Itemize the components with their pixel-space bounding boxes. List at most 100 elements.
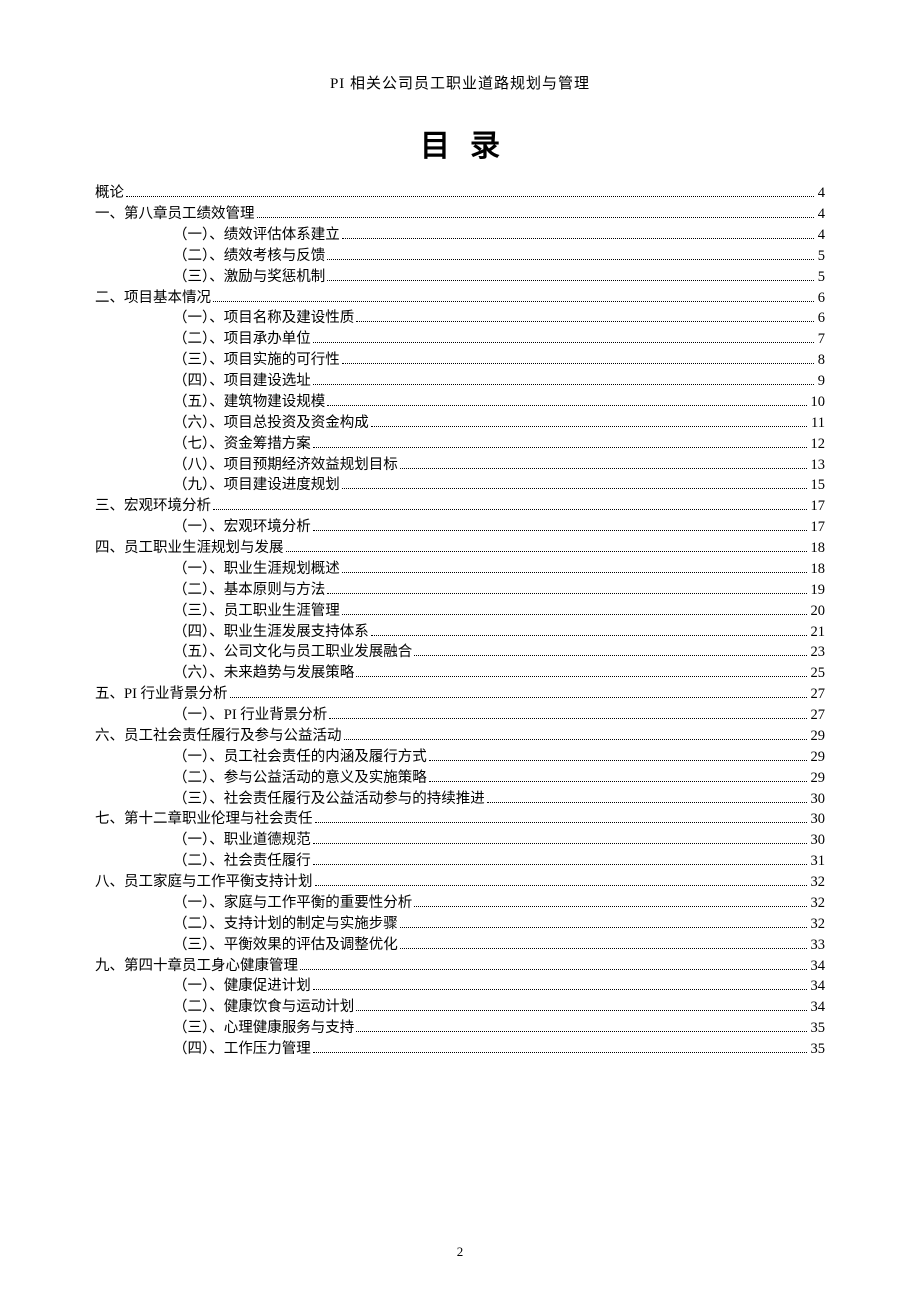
toc-leader-dots bbox=[356, 1002, 806, 1012]
toc-leader-dots bbox=[213, 501, 807, 511]
toc-entry-page: 18 bbox=[811, 541, 826, 556]
toc-entry[interactable]: （四）、项目建设选址9 bbox=[95, 371, 825, 392]
toc-entry-label: （八）、项目预期经济效益规划目标 bbox=[173, 458, 398, 473]
toc-leader-dots bbox=[257, 208, 814, 218]
toc-leader-dots bbox=[327, 271, 814, 281]
toc-entry-page: 17 bbox=[811, 499, 826, 514]
toc-entry[interactable]: （六）、项目总投资及资金构成11 bbox=[95, 413, 825, 434]
toc-entry[interactable]: （一）、职业道德规范 30 bbox=[95, 830, 825, 851]
toc-entry[interactable]: （二）、社会责任履行 31 bbox=[95, 851, 825, 872]
toc-entry[interactable]: （一）、员工社会责任的内涵及履行方式29 bbox=[95, 747, 825, 768]
toc-entry[interactable]: 二、项目基本情况6 bbox=[95, 287, 825, 308]
toc-entry[interactable]: （二）、基本原则与方法19 bbox=[95, 580, 825, 601]
toc-entry-label: （二）、基本原则与方法 bbox=[173, 583, 325, 598]
toc-entry[interactable]: 九、第四十章员工身心健康管理34 bbox=[95, 955, 825, 976]
toc-entry[interactable]: （三）、社会责任履行及公益活动参与的持续推进30 bbox=[95, 788, 825, 809]
toc-entry-label: （四）、工作压力管理 bbox=[173, 1042, 311, 1057]
toc-entry[interactable]: （二）、健康饮食与运动计划34 bbox=[95, 997, 825, 1018]
toc-entry[interactable]: （一）、家庭与工作平衡的重要性分析32 bbox=[95, 893, 825, 914]
toc-entry[interactable]: （一）、项目名称及建设性质6 bbox=[95, 308, 825, 329]
toc-entry[interactable]: （三）、平衡效果的评估及调整优化33 bbox=[95, 935, 825, 956]
toc-leader-dots bbox=[313, 334, 814, 344]
toc-entry-page: 25 bbox=[811, 666, 826, 681]
toc-entry[interactable]: （三）、激励与奖惩机制5 bbox=[95, 267, 825, 288]
toc-leader-dots bbox=[342, 229, 814, 239]
toc-entry-label: 七、第十二章职业伦理与社会责任 bbox=[95, 812, 313, 827]
toc-entry[interactable]: （五）、公司文化与员工职业发展融合23 bbox=[95, 642, 825, 663]
toc-entry-page: 31 bbox=[811, 854, 826, 869]
toc-entry[interactable]: 八、员工家庭与工作平衡支持计划32 bbox=[95, 872, 825, 893]
toc-leader-dots bbox=[342, 605, 807, 615]
toc-entry-page: 7 bbox=[818, 332, 825, 347]
toc-entry-label: （七）、资金筹措方案 bbox=[173, 437, 311, 452]
toc-entry-page: 30 bbox=[811, 833, 826, 848]
toc-leader-dots bbox=[313, 438, 807, 448]
toc-entry-label: （一）、项目名称及建设性质 bbox=[173, 311, 354, 326]
toc-entry[interactable]: 概论4 bbox=[95, 183, 825, 204]
toc-entry[interactable]: （六）、未来趋势与发展策略25 bbox=[95, 663, 825, 684]
toc-leader-dots bbox=[414, 897, 806, 907]
toc-entry-label: （一）、职业道德规范 bbox=[173, 833, 311, 848]
toc-entry-label: （二）、支持计划的制定与实施步骤 bbox=[173, 917, 398, 932]
toc-entry[interactable]: （四）、职业生涯发展支持体系21 bbox=[95, 621, 825, 642]
toc-entry-label: （五）、建筑物建设规模 bbox=[173, 395, 325, 410]
toc-entry[interactable]: 七、第十二章职业伦理与社会责任 30 bbox=[95, 809, 825, 830]
toc-leader-dots bbox=[327, 250, 814, 260]
toc-leader-dots bbox=[342, 480, 807, 490]
table-of-contents: 概论4一、第八章员工绩效管理4（一）、绩效评估体系建立4（二）、绩效考核与反馈5… bbox=[95, 183, 825, 1060]
toc-entry-page: 5 bbox=[818, 270, 825, 285]
toc-leader-dots bbox=[400, 918, 807, 928]
toc-entry[interactable]: （二）、项目承办单位7 bbox=[95, 329, 825, 350]
toc-entry-label: （三）、员工职业生涯管理 bbox=[173, 604, 340, 619]
toc-entry[interactable]: （一）、宏观环境分析17 bbox=[95, 517, 825, 538]
toc-entry-label: （九）、项目建设进度规划 bbox=[173, 478, 340, 493]
toc-entry[interactable]: 一、第八章员工绩效管理4 bbox=[95, 204, 825, 225]
toc-entry-label: （四）、项目建设选址 bbox=[173, 374, 311, 389]
toc-entry[interactable]: （三）、心理健康服务与支持35 bbox=[95, 1018, 825, 1039]
toc-entry[interactable]: （七）、资金筹措方案12 bbox=[95, 434, 825, 455]
toc-entry[interactable]: （三）、项目实施的可行性8 bbox=[95, 350, 825, 371]
toc-entry-page: 4 bbox=[818, 228, 825, 243]
toc-entry-page: 11 bbox=[811, 416, 825, 431]
toc-entry[interactable]: （一）、PI 行业背景分析 27 bbox=[95, 705, 825, 726]
toc-entry[interactable]: 三、宏观环境分析 17 bbox=[95, 496, 825, 517]
toc-entry[interactable]: 四、员工职业生涯规划与发展18 bbox=[95, 538, 825, 559]
toc-entry-label: （一）、健康促进计划 bbox=[173, 979, 311, 994]
toc-entry-label: （二）、社会责任履行 bbox=[173, 854, 311, 869]
toc-entry-label: （三）、心理健康服务与支持 bbox=[173, 1021, 354, 1036]
toc-entry[interactable]: （九）、项目建设进度规划15 bbox=[95, 475, 825, 496]
toc-entry[interactable]: （一）、职业生涯规划概述18 bbox=[95, 559, 825, 580]
toc-entry-page: 4 bbox=[818, 207, 825, 222]
toc-entry-page: 29 bbox=[811, 771, 826, 786]
toc-leader-dots bbox=[286, 542, 807, 552]
toc-entry[interactable]: （八）、项目预期经济效益规划目标13 bbox=[95, 454, 825, 475]
toc-leader-dots bbox=[414, 647, 806, 657]
toc-entry[interactable]: （二）、参与公益活动的意义及实施策略29 bbox=[95, 768, 825, 789]
toc-entry[interactable]: 六、员工社会责任履行及参与公益活动29 bbox=[95, 726, 825, 747]
toc-entry-label: 三、宏观环境分析 bbox=[95, 499, 211, 514]
toc-entry-label: （一）、PI 行业背景分析 bbox=[173, 708, 327, 723]
toc-leader-dots bbox=[356, 1023, 806, 1033]
toc-entry[interactable]: （五）、建筑物建设规模10 bbox=[95, 392, 825, 413]
toc-entry-label: 八、员工家庭与工作平衡支持计划 bbox=[95, 875, 313, 890]
toc-leader-dots bbox=[329, 709, 806, 719]
toc-entry-page: 30 bbox=[811, 812, 826, 827]
toc-entry[interactable]: （三）、员工职业生涯管理20 bbox=[95, 601, 825, 622]
toc-entry[interactable]: （一）、绩效评估体系建立4 bbox=[95, 225, 825, 246]
toc-entry-page: 27 bbox=[811, 708, 826, 723]
toc-entry[interactable]: （四）、工作压力管理35 bbox=[95, 1039, 825, 1060]
toc-entry[interactable]: （二）、支持计划的制定与实施步骤 32 bbox=[95, 914, 825, 935]
toc-entry-page: 23 bbox=[811, 645, 826, 660]
toc-leader-dots bbox=[313, 375, 814, 385]
toc-entry[interactable]: （二）、绩效考核与反馈5 bbox=[95, 246, 825, 267]
toc-entry[interactable]: 五、PI 行业背景分析27 bbox=[95, 684, 825, 705]
toc-leader-dots bbox=[429, 751, 807, 761]
toc-entry-page: 29 bbox=[811, 729, 826, 744]
toc-entry-page: 6 bbox=[818, 291, 825, 306]
toc-entry[interactable]: （一）、健康促进计划34 bbox=[95, 976, 825, 997]
toc-entry-page: 32 bbox=[811, 917, 826, 932]
toc-entry-label: （二）、绩效考核与反馈 bbox=[173, 249, 325, 264]
toc-entry-label: （一）、员工社会责任的内涵及履行方式 bbox=[173, 750, 427, 765]
toc-leader-dots bbox=[342, 355, 814, 365]
document-header: PI 相关公司员工职业道路规划与管理 bbox=[95, 72, 825, 93]
